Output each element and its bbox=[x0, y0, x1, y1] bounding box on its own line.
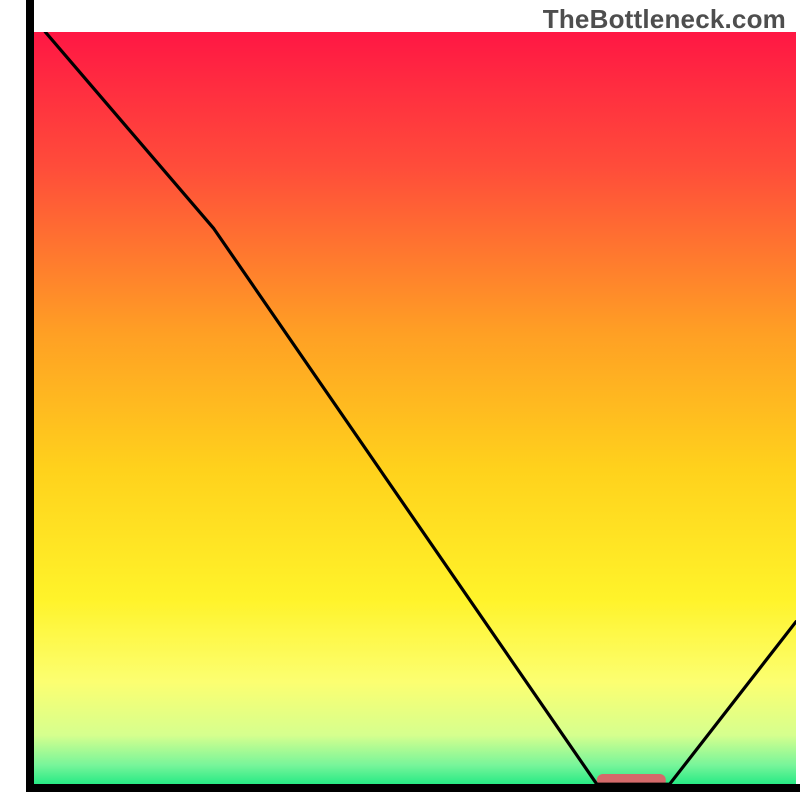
gradient-background bbox=[30, 32, 796, 788]
bottleneck-chart bbox=[0, 0, 800, 800]
watermark-text: TheBottleneck.com bbox=[543, 4, 786, 35]
